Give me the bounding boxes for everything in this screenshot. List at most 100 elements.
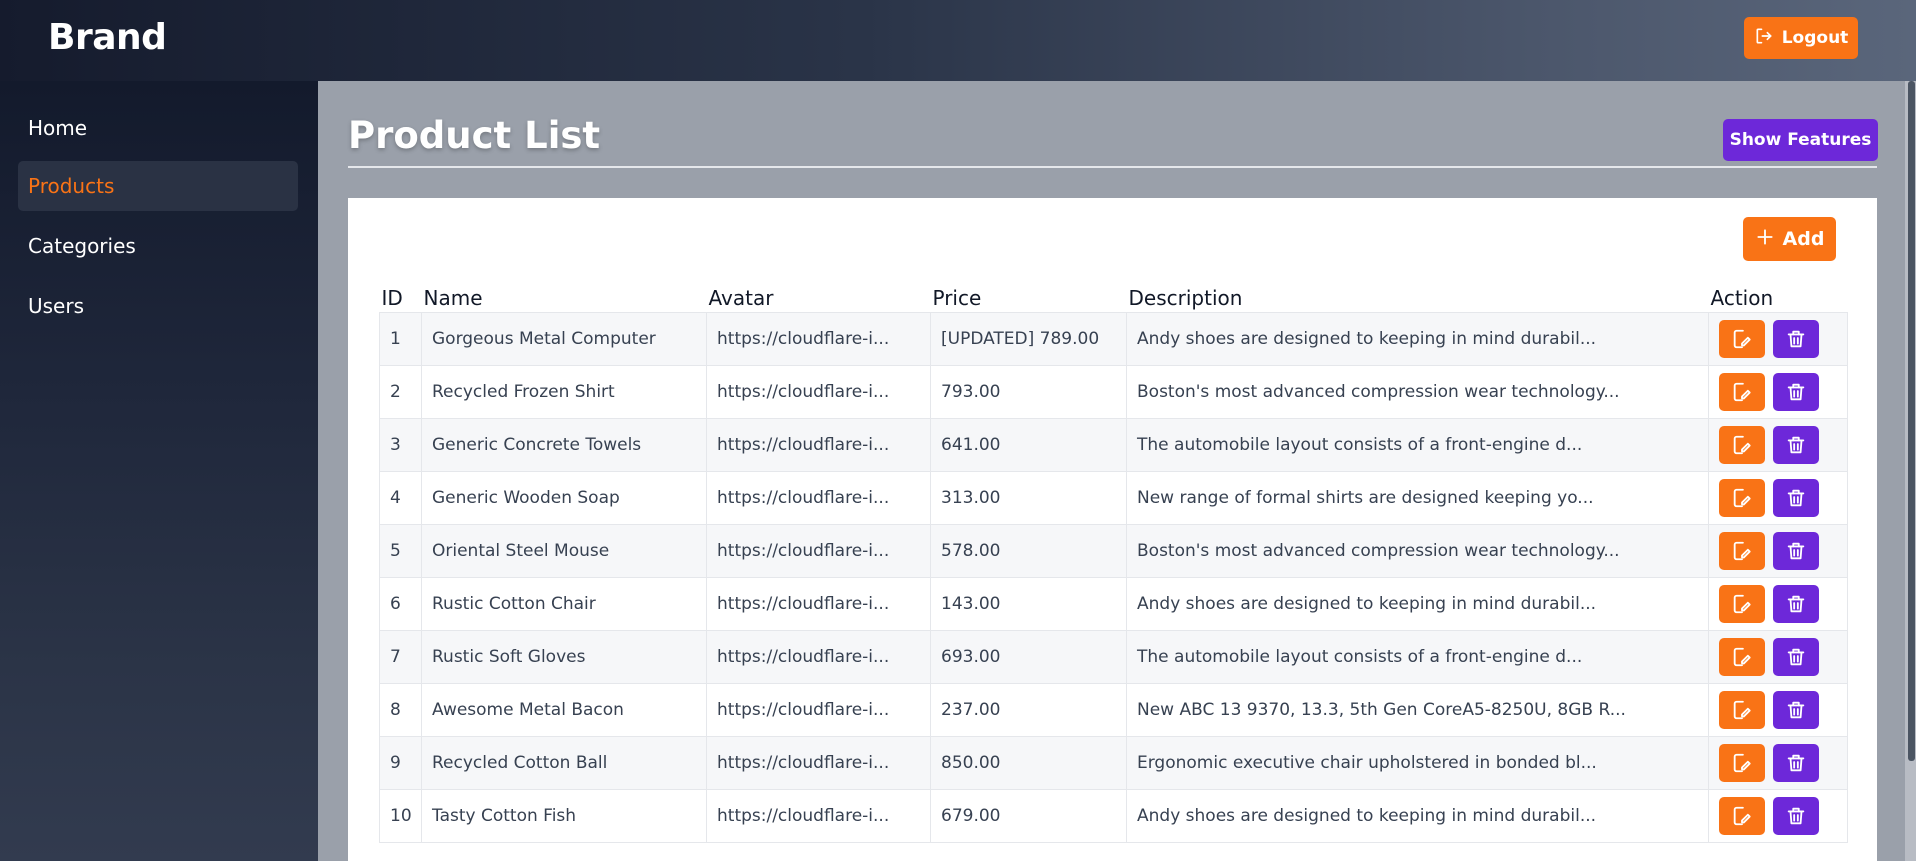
sidebar-item-products[interactable]: Products (18, 161, 298, 211)
table-row: 7 Rustic Soft Gloves https://cloudflare-i.… (379, 629, 1848, 684)
cell-action (1708, 735, 1848, 790)
column-header-name: Name (423, 285, 483, 310)
column-header-description: Description (1128, 285, 1243, 310)
cell-avatar: https://cloudflare-i... (706, 576, 931, 631)
cell-name: Tasty Cotton Fish (421, 788, 707, 843)
cell-description: New range of formal shirts are designed … (1126, 470, 1709, 525)
cell-id: 9 (379, 735, 422, 790)
cell-avatar: https://cloudflare-i... (706, 523, 931, 578)
product-table: ID Name Avatar Price Description Action … (379, 282, 1848, 843)
cell-action (1708, 470, 1848, 525)
edit-icon (1731, 752, 1753, 774)
top-bar: Brand Logout (0, 0, 1916, 81)
edit-icon (1731, 540, 1753, 562)
table-row: 1 Gorgeous Metal Computer https://cloudfla… (379, 311, 1848, 366)
trash-icon (1785, 381, 1807, 403)
cell-price: 237.00 (930, 682, 1127, 737)
cell-id: 4 (379, 470, 422, 525)
logout-icon (1754, 26, 1774, 51)
cell-description: New ABC 13 9370, 13.3, 5th Gen CoreA5-82… (1126, 682, 1709, 737)
cell-price: 693.00 (930, 629, 1127, 684)
delete-button[interactable] (1773, 584, 1819, 623)
delete-button[interactable] (1773, 425, 1819, 464)
edit-button[interactable] (1719, 637, 1765, 676)
sidebar-item-categories[interactable]: Categories (18, 221, 298, 271)
edit-icon (1731, 593, 1753, 615)
plus-icon (1755, 227, 1775, 252)
add-label: Add (1782, 228, 1825, 250)
edit-button[interactable] (1719, 743, 1765, 782)
table-header-row: ID Name Avatar Price Description Action (380, 282, 1848, 312)
cell-name: Recycled Frozen Shirt (421, 364, 707, 419)
cell-avatar: https://cloudflare-i... (706, 311, 931, 366)
column-header-action: Action (1710, 285, 1774, 310)
cell-id: 8 (379, 682, 422, 737)
edit-icon (1731, 646, 1753, 668)
cell-price: [UPDATED] 789.00 (930, 311, 1127, 366)
sidebar-item-home[interactable]: Home (18, 103, 298, 153)
table-row: 5 Oriental Steel Mouse https://cloudflare-… (379, 523, 1848, 578)
table-row: 6 Rustic Cotton Chair https://cloudflare-i… (379, 576, 1848, 631)
cell-description: Boston's most advanced compression wear … (1126, 364, 1709, 419)
edit-button[interactable] (1719, 584, 1765, 623)
edit-button[interactable] (1719, 690, 1765, 729)
cell-avatar: https://cloudflare-i... (706, 364, 931, 419)
cell-action (1708, 311, 1848, 366)
cell-avatar: https://cloudflare-i... (706, 629, 931, 684)
column-header-avatar: Avatar (708, 285, 774, 310)
cell-description: The automobile layout consists of a fron… (1126, 417, 1709, 472)
cell-action (1708, 576, 1848, 631)
edit-button[interactable] (1719, 531, 1765, 570)
cell-action (1708, 629, 1848, 684)
trash-icon (1785, 593, 1807, 615)
edit-button[interactable] (1719, 425, 1765, 464)
delete-button[interactable] (1773, 372, 1819, 411)
cell-name: Rustic Soft Gloves (421, 629, 707, 684)
cell-description: Boston's most advanced compression wear … (1126, 523, 1709, 578)
title-divider (348, 166, 1877, 168)
cell-action (1708, 523, 1848, 578)
edit-icon (1731, 434, 1753, 456)
cell-description: Ergonomic executive chair upholstered in… (1126, 735, 1709, 790)
cell-name: Recycled Cotton Ball (421, 735, 707, 790)
sidebar: Home Products Categories Users (0, 81, 318, 861)
delete-button[interactable] (1773, 690, 1819, 729)
brand-logo[interactable]: Brand (48, 17, 167, 58)
trash-icon (1785, 328, 1807, 350)
edit-button[interactable] (1719, 796, 1765, 835)
edit-icon (1731, 381, 1753, 403)
trash-icon (1785, 646, 1807, 668)
delete-button[interactable] (1773, 319, 1819, 358)
cell-name: Generic Wooden Soap (421, 470, 707, 525)
cell-price: 578.00 (930, 523, 1127, 578)
trash-icon (1785, 487, 1807, 509)
show-features-button[interactable]: Show Features (1723, 119, 1878, 161)
sidebar-item-users[interactable]: Users (18, 281, 298, 331)
table-row: 3 Generic Concrete Towels https://cloudfla… (379, 417, 1848, 472)
scrollbar-thumb[interactable] (1908, 81, 1915, 761)
edit-button[interactable] (1719, 372, 1765, 411)
table-row: 9 Recycled Cotton Ball https://cloudflare-… (379, 735, 1848, 790)
add-product-button[interactable]: Add (1743, 217, 1836, 261)
cell-id: 6 (379, 576, 422, 631)
cell-action (1708, 364, 1848, 419)
cell-description: Andy shoes are designed to keeping in mi… (1126, 788, 1709, 843)
table-row: 10 Tasty Cotton Fish https://cloudflare-i.… (379, 788, 1848, 843)
delete-button[interactable] (1773, 531, 1819, 570)
cell-name: Oriental Steel Mouse (421, 523, 707, 578)
cell-price: 143.00 (930, 576, 1127, 631)
delete-button[interactable] (1773, 796, 1819, 835)
delete-button[interactable] (1773, 637, 1819, 676)
edit-icon (1731, 328, 1753, 350)
cell-id: 2 (379, 364, 422, 419)
cell-action (1708, 788, 1848, 843)
edit-button[interactable] (1719, 478, 1765, 517)
logout-button[interactable]: Logout (1744, 17, 1858, 59)
trash-icon (1785, 699, 1807, 721)
trash-icon (1785, 805, 1807, 827)
delete-button[interactable] (1773, 478, 1819, 517)
cell-description: Andy shoes are designed to keeping in mi… (1126, 311, 1709, 366)
delete-button[interactable] (1773, 743, 1819, 782)
cell-name: Rustic Cotton Chair (421, 576, 707, 631)
edit-button[interactable] (1719, 319, 1765, 358)
